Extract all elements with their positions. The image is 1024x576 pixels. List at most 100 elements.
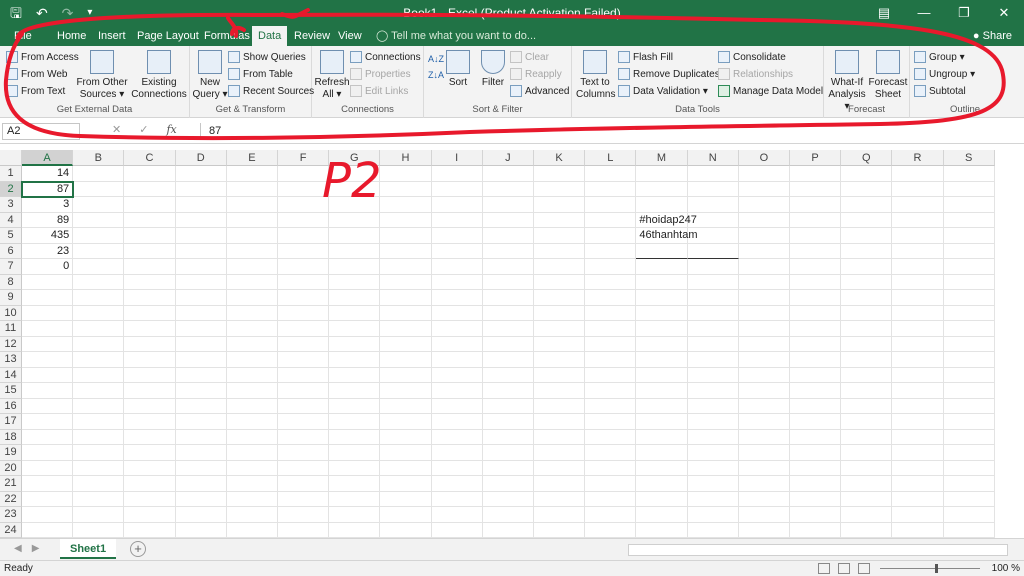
- cell-k21[interactable]: [534, 476, 586, 492]
- cell-r12[interactable]: [892, 336, 944, 352]
- cell-h8[interactable]: [380, 274, 432, 290]
- cell-s23[interactable]: [943, 507, 995, 523]
- cell-b19[interactable]: [73, 445, 125, 461]
- cell-s22[interactable]: [943, 491, 995, 507]
- cell-m8[interactable]: [636, 274, 688, 290]
- tab-file[interactable]: File: [8, 26, 38, 46]
- cell-i18[interactable]: [431, 429, 483, 445]
- cell-i23[interactable]: [431, 507, 483, 523]
- cell-m1[interactable]: [636, 166, 688, 182]
- cell-o13[interactable]: [738, 352, 790, 368]
- from-text-button[interactable]: From Text: [6, 85, 65, 97]
- cell-c19[interactable]: [124, 445, 176, 461]
- cell-r19[interactable]: [892, 445, 944, 461]
- cell-m6[interactable]: [636, 243, 688, 259]
- cell-o8[interactable]: [738, 274, 790, 290]
- cell-d15[interactable]: [175, 383, 227, 399]
- cell-q16[interactable]: [841, 398, 893, 414]
- cell-j24[interactable]: [482, 522, 534, 538]
- cell-e13[interactable]: [226, 352, 278, 368]
- cell-n9[interactable]: [687, 290, 739, 306]
- cell-i16[interactable]: [431, 398, 483, 414]
- cell-q22[interactable]: [841, 491, 893, 507]
- cell-g4[interactable]: [329, 212, 381, 228]
- minimize-icon[interactable]: —: [904, 0, 944, 26]
- cell-r16[interactable]: [892, 398, 944, 414]
- cell-m18[interactable]: [636, 429, 688, 445]
- reapply-button[interactable]: Reapply: [510, 68, 562, 80]
- row-header-10[interactable]: 10: [0, 305, 22, 321]
- cell-r17[interactable]: [892, 414, 944, 430]
- cell-q8[interactable]: [841, 274, 893, 290]
- cell-l22[interactable]: [585, 491, 637, 507]
- cell-m13[interactable]: [636, 352, 688, 368]
- cell-l4[interactable]: [585, 212, 637, 228]
- cell-a18[interactable]: [22, 429, 74, 445]
- cell-s3[interactable]: [943, 197, 995, 213]
- cell-p1[interactable]: [790, 166, 842, 182]
- cell-c1[interactable]: [124, 166, 176, 182]
- cell-k5[interactable]: [534, 228, 586, 244]
- cell-m11[interactable]: [636, 321, 688, 337]
- refresh-all-button[interactable]: Refresh All ▾: [314, 50, 350, 101]
- cell-n1[interactable]: [687, 166, 739, 182]
- cell-q2[interactable]: [841, 181, 893, 197]
- cell-p13[interactable]: [790, 352, 842, 368]
- cell-q7[interactable]: [841, 259, 893, 275]
- cell-g8[interactable]: [329, 274, 381, 290]
- row-header-4[interactable]: 4: [0, 212, 22, 228]
- cell-o6[interactable]: [738, 243, 790, 259]
- cell-j14[interactable]: [482, 367, 534, 383]
- cell-n14[interactable]: [687, 367, 739, 383]
- column-header-e[interactable]: E: [226, 150, 278, 166]
- cell-i13[interactable]: [431, 352, 483, 368]
- cell-o10[interactable]: [738, 305, 790, 321]
- cell-a2[interactable]: 87: [20, 180, 75, 198]
- cell-a14[interactable]: [22, 367, 74, 383]
- cell-o21[interactable]: [738, 476, 790, 492]
- cell-i22[interactable]: [431, 491, 483, 507]
- cell-n8[interactable]: [687, 274, 739, 290]
- cell-h16[interactable]: [380, 398, 432, 414]
- cell-d2[interactable]: [175, 181, 227, 197]
- insert-function-icon[interactable]: fx: [166, 123, 176, 136]
- row-header-11[interactable]: 11: [0, 321, 22, 337]
- cell-k2[interactable]: [534, 181, 586, 197]
- cell-i12[interactable]: [431, 336, 483, 352]
- cell-b24[interactable]: [73, 522, 125, 538]
- cell-l24[interactable]: [585, 522, 637, 538]
- cell-p20[interactable]: [790, 460, 842, 476]
- cell-l9[interactable]: [585, 290, 637, 306]
- cell-g15[interactable]: [329, 383, 381, 399]
- row-header-2[interactable]: 2: [0, 181, 22, 197]
- cell-o11[interactable]: [738, 321, 790, 337]
- cell-d12[interactable]: [175, 336, 227, 352]
- cell-j19[interactable]: [482, 445, 534, 461]
- select-all-corner[interactable]: [0, 150, 22, 166]
- column-header-f[interactable]: F: [278, 150, 330, 166]
- cell-q4[interactable]: [841, 212, 893, 228]
- cell-k8[interactable]: [534, 274, 586, 290]
- cell-g14[interactable]: [329, 367, 381, 383]
- cell-l19[interactable]: [585, 445, 637, 461]
- cell-f22[interactable]: [278, 491, 330, 507]
- recent-sources-button[interactable]: Recent Sources: [228, 85, 314, 97]
- cell-e23[interactable]: [226, 507, 278, 523]
- cell-d10[interactable]: [175, 305, 227, 321]
- cell-b1[interactable]: [73, 166, 125, 182]
- cell-p16[interactable]: [790, 398, 842, 414]
- column-header-h[interactable]: H: [380, 150, 432, 166]
- column-header-s[interactable]: S: [943, 150, 995, 166]
- cell-s12[interactable]: [943, 336, 995, 352]
- cell-h2[interactable]: [380, 181, 432, 197]
- flash-fill-button[interactable]: Flash Fill: [618, 51, 673, 63]
- cell-m15[interactable]: [636, 383, 688, 399]
- cell-f9[interactable]: [278, 290, 330, 306]
- cell-m10[interactable]: [636, 305, 688, 321]
- cell-h15[interactable]: [380, 383, 432, 399]
- cell-p12[interactable]: [790, 336, 842, 352]
- cell-a19[interactable]: [22, 445, 74, 461]
- cell-l12[interactable]: [585, 336, 637, 352]
- row-header-22[interactable]: 22: [0, 491, 22, 507]
- cell-d3[interactable]: [175, 197, 227, 213]
